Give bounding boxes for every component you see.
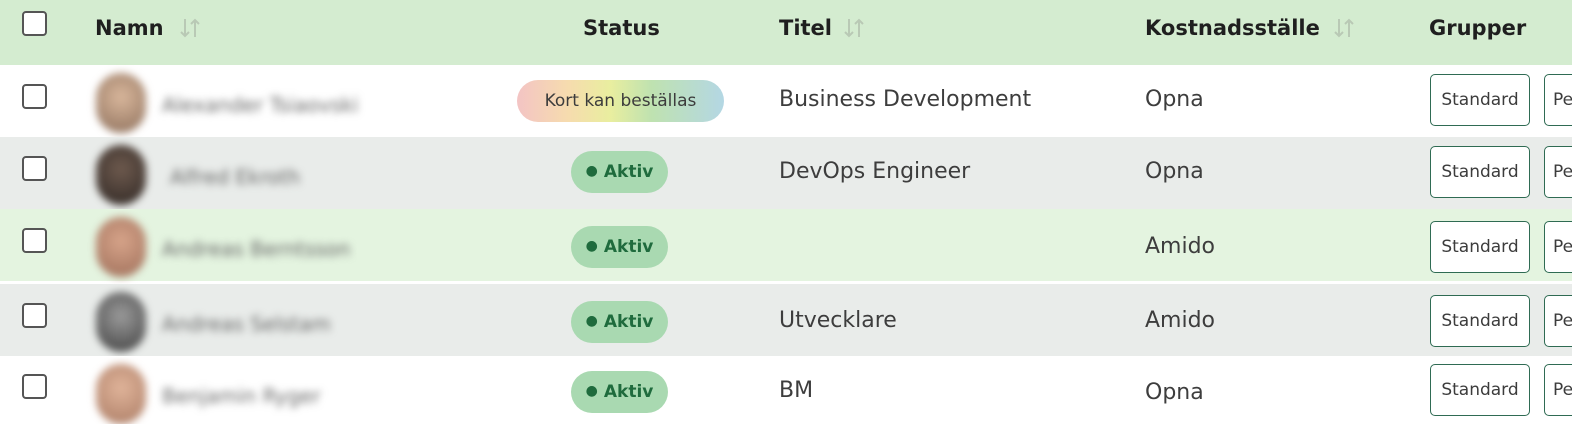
status-badge: ● Aktiv (571, 151, 668, 193)
table-row[interactable]: Alexander Tsiaovski Kort kan beställas B… (0, 65, 1572, 137)
column-header-name[interactable]: Namn (95, 16, 164, 40)
avatar (96, 73, 146, 133)
avatar (96, 292, 146, 352)
user-cost-center: Amido (1145, 308, 1216, 333)
group-tag[interactable]: Standard (1430, 74, 1530, 126)
user-title: Business Development (779, 87, 1032, 112)
user-name[interactable]: Alfred Ekroth (170, 165, 300, 189)
user-name[interactable]: Andreas Berntsson (162, 237, 350, 261)
group-tag[interactable]: Standard (1430, 364, 1530, 416)
row-checkbox[interactable] (22, 156, 47, 181)
user-name[interactable]: Alexander Tsiaovski (162, 93, 358, 117)
status-label: Aktiv (603, 382, 654, 402)
row-checkbox[interactable] (22, 228, 47, 253)
column-header-cost-center[interactable]: Kostnadsställe (1145, 16, 1320, 40)
column-header-status: Status (583, 16, 660, 40)
table-row[interactable]: Benjamin Ryger ● Aktiv BM Opna Standard P… (0, 356, 1572, 424)
avatar (96, 217, 146, 277)
table-row[interactable]: Alfred Ekroth ● Aktiv DevOps Engineer Opn… (0, 137, 1572, 209)
sort-icon[interactable] (176, 14, 204, 42)
column-header-groups: Grupper (1429, 16, 1527, 40)
group-tag[interactable]: Pe (1544, 295, 1572, 347)
group-tag[interactable]: Pe (1544, 74, 1572, 126)
status-label: Aktiv (603, 237, 654, 257)
table-row[interactable]: Andreas Berntsson ● Aktiv Amido Standard … (0, 209, 1572, 281)
group-tag[interactable]: Pe (1544, 146, 1572, 198)
table-row[interactable]: Andreas Selstam ● Aktiv Utvecklare Amido … (0, 284, 1572, 356)
column-header-title[interactable]: Titel (779, 16, 832, 40)
user-name[interactable]: Andreas Selstam (162, 312, 331, 336)
group-tag[interactable]: Standard (1430, 295, 1530, 347)
status-badge: ● Aktiv (571, 301, 668, 343)
status-badge: ● Aktiv (571, 226, 668, 268)
status-badge: ● Aktiv (571, 371, 668, 413)
user-title: BM (779, 378, 814, 403)
row-checkbox[interactable] (22, 303, 47, 328)
table-header: Namn Status Titel Kostnadsställe Grupper (0, 0, 1572, 65)
status-label: Aktiv (603, 162, 654, 182)
select-all-checkbox[interactable] (22, 11, 47, 36)
sort-icon[interactable] (840, 14, 868, 42)
status-badge: Kort kan beställas (517, 80, 724, 122)
user-cost-center: Opna (1145, 159, 1204, 184)
group-tag[interactable]: Pe (1544, 221, 1572, 273)
user-title: DevOps Engineer (779, 159, 971, 184)
group-tag[interactable]: Pe (1544, 364, 1572, 416)
group-tag[interactable]: Standard (1430, 146, 1530, 198)
user-cost-center: Opna (1145, 87, 1204, 112)
user-cost-center: Amido (1145, 234, 1216, 259)
user-title: Utvecklare (779, 308, 897, 333)
row-checkbox[interactable] (22, 84, 47, 109)
user-cost-center: Opna (1145, 380, 1204, 405)
group-tag[interactable]: Standard (1430, 221, 1530, 273)
user-name[interactable]: Benjamin Ryger (162, 384, 320, 408)
avatar (96, 364, 146, 424)
avatar (96, 145, 146, 205)
sort-icon[interactable] (1330, 14, 1358, 42)
status-label: Aktiv (603, 312, 654, 332)
row-checkbox[interactable] (22, 374, 47, 399)
